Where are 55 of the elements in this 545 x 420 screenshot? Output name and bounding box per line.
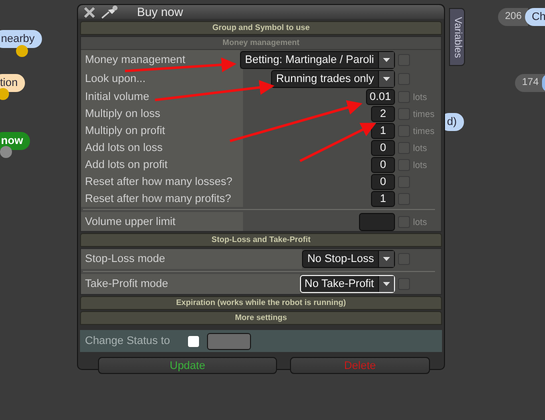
node-label[interactable]: nearby xyxy=(0,30,42,48)
dropdown[interactable]: Running trades only xyxy=(271,70,395,88)
number-field[interactable] xyxy=(359,212,395,230)
unit-label: lots xyxy=(413,160,428,170)
count-badge: 206 xyxy=(498,8,528,26)
dropdown[interactable]: No Stop-Loss xyxy=(302,250,395,268)
close-icon[interactable] xyxy=(84,6,95,18)
unit-label: times xyxy=(413,126,435,136)
number-field[interactable]: 0 xyxy=(371,140,395,156)
field-label: Change Status to xyxy=(85,335,172,347)
number-field[interactable]: 2 xyxy=(371,106,395,122)
unit-label: times xyxy=(413,108,435,118)
field-label: Look upon... xyxy=(81,69,243,88)
caret-icon xyxy=(383,76,390,80)
field-label: Take-Profit mode xyxy=(81,274,300,294)
number-field[interactable]: 0 xyxy=(371,174,395,190)
field-label: Volume upper limit xyxy=(81,212,243,231)
field-label: Initial volume xyxy=(81,88,243,105)
node-label[interactable]: Ch xyxy=(524,8,545,26)
section-header[interactable]: More settings xyxy=(80,311,442,325)
count-badge: 174 xyxy=(515,74,545,92)
pin-icon[interactable] xyxy=(101,5,119,19)
window-title: Buy now xyxy=(137,5,184,19)
section-header[interactable]: Stop-Loss and Take-Profit xyxy=(80,233,442,247)
number-field[interactable]: 0.01 xyxy=(366,88,395,104)
caret-icon xyxy=(383,257,390,261)
field-label: Multiply on loss xyxy=(81,105,243,122)
connector-dot[interactable] xyxy=(0,88,9,100)
unit-label: lots xyxy=(413,216,428,226)
number-field[interactable]: 1 xyxy=(371,190,395,206)
unit-label: lots xyxy=(413,142,428,152)
side-tab[interactable]: Variables xyxy=(449,8,465,66)
status-field[interactable] xyxy=(207,332,251,350)
connector-dot[interactable] xyxy=(0,146,12,158)
section-header[interactable]: Group and Symbol to use xyxy=(80,21,442,35)
field-label: Money management xyxy=(81,50,240,69)
field-label: Stop-Loss mode xyxy=(81,249,302,269)
number-field[interactable]: 1 xyxy=(371,122,395,138)
field-label: Reset after how many profits? xyxy=(81,190,243,207)
section-header[interactable]: Expiration (works while the robot is running) xyxy=(80,296,442,310)
number-field[interactable]: 0 xyxy=(371,156,395,172)
dropdown[interactable]: Betting: Martingale / Paroli xyxy=(240,50,395,68)
update-button[interactable]: Update xyxy=(98,357,277,374)
field-label: Add lots on profit xyxy=(81,156,243,173)
checkbox[interactable] xyxy=(188,336,199,346)
dropdown[interactable]: No Take-Profit xyxy=(300,275,395,293)
node-label[interactable]: tion xyxy=(0,74,25,92)
caret-icon xyxy=(383,282,390,286)
node-label[interactable]: now xyxy=(0,132,30,150)
connector-dot[interactable] xyxy=(16,45,28,57)
field-label: Add lots on loss xyxy=(81,139,243,156)
field-label: Multiply on profit xyxy=(81,122,243,139)
field-label: Reset after how many losses? xyxy=(81,173,243,190)
unit-label: lots xyxy=(413,92,428,102)
caret-icon xyxy=(383,58,390,62)
